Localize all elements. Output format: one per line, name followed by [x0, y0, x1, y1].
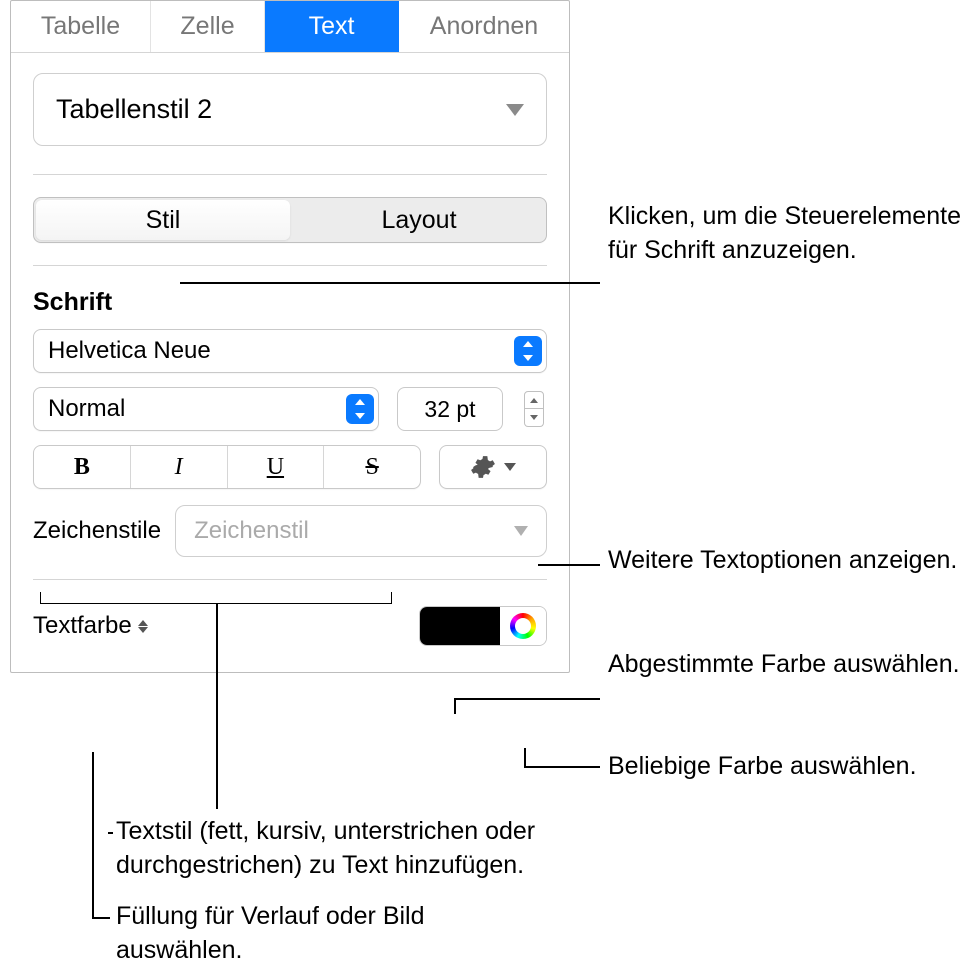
chevron-down-icon	[514, 526, 528, 536]
bold-button[interactable]: B	[34, 446, 131, 488]
callout-fill: Füllung für Verlauf oder Bild auswählen.	[116, 900, 476, 968]
tab-bar: Tabelle Zelle Text Anordnen	[11, 1, 569, 53]
text-color-popup[interactable]: Textfarbe	[33, 612, 148, 640]
paragraph-style-label: Tabellenstil 2	[56, 94, 212, 125]
callout-textstyle: Textstil (fett, kursiv, unterstrichen od…	[116, 815, 636, 883]
italic-button[interactable]: I	[131, 446, 228, 488]
tab-zelle[interactable]: Zelle	[151, 1, 265, 52]
segment-layout[interactable]: Layout	[292, 198, 546, 242]
inspector-panel: Tabelle Zelle Text Anordnen Tabellenstil…	[10, 0, 570, 673]
font-weight-value: Normal	[48, 395, 125, 423]
paragraph-style-select[interactable]: Tabellenstil 2	[33, 73, 547, 146]
more-text-options-button[interactable]	[439, 445, 547, 489]
font-family-value: Helvetica Neue	[48, 337, 211, 365]
segment-stil[interactable]: Stil	[36, 200, 290, 240]
tab-anordnen[interactable]: Anordnen	[399, 1, 569, 52]
style-layout-segment: Stil Layout	[33, 197, 547, 243]
chevron-down-icon	[504, 463, 516, 471]
character-style-select[interactable]: Zeichenstil	[175, 505, 547, 557]
font-size-field[interactable]: 32 pt	[397, 387, 503, 431]
color-picker-button[interactable]	[500, 607, 546, 645]
stepper-down[interactable]	[524, 409, 544, 427]
color-wheel-icon	[510, 613, 536, 639]
character-style-placeholder: Zeichenstil	[194, 517, 309, 545]
font-family-select[interactable]: Helvetica Neue	[33, 329, 547, 373]
text-style-button-group: B I U S	[33, 445, 421, 489]
color-swatch[interactable]	[420, 607, 500, 645]
updown-caret-icon	[138, 620, 148, 633]
gear-icon	[470, 454, 496, 480]
character-styles-label: Zeichenstile	[33, 517, 161, 545]
updown-arrows-icon	[514, 336, 542, 366]
font-heading: Schrift	[33, 288, 547, 317]
strikethrough-button[interactable]: S	[324, 446, 420, 488]
font-weight-select[interactable]: Normal	[33, 387, 379, 431]
tab-text[interactable]: Text	[265, 1, 399, 52]
font-size-stepper	[521, 387, 547, 431]
tab-tabelle[interactable]: Tabelle	[11, 1, 151, 52]
chevron-down-icon	[506, 104, 524, 116]
stepper-up[interactable]	[524, 391, 544, 409]
callout-swatch: Abgestimmte Farbe auswählen.	[608, 648, 960, 682]
callout-picker: Beliebige Farbe auswählen.	[608, 750, 917, 784]
text-color-label: Textfarbe	[33, 612, 132, 640]
font-size-value: 32 pt	[424, 396, 475, 423]
updown-arrows-icon	[346, 394, 374, 424]
callout-gear: Weitere Textoptionen anzeigen.	[608, 544, 957, 578]
callout-stil: Klicken, um die Steuerelemente für Schri…	[608, 200, 968, 268]
underline-button[interactable]: U	[228, 446, 325, 488]
text-color-control	[419, 606, 547, 646]
